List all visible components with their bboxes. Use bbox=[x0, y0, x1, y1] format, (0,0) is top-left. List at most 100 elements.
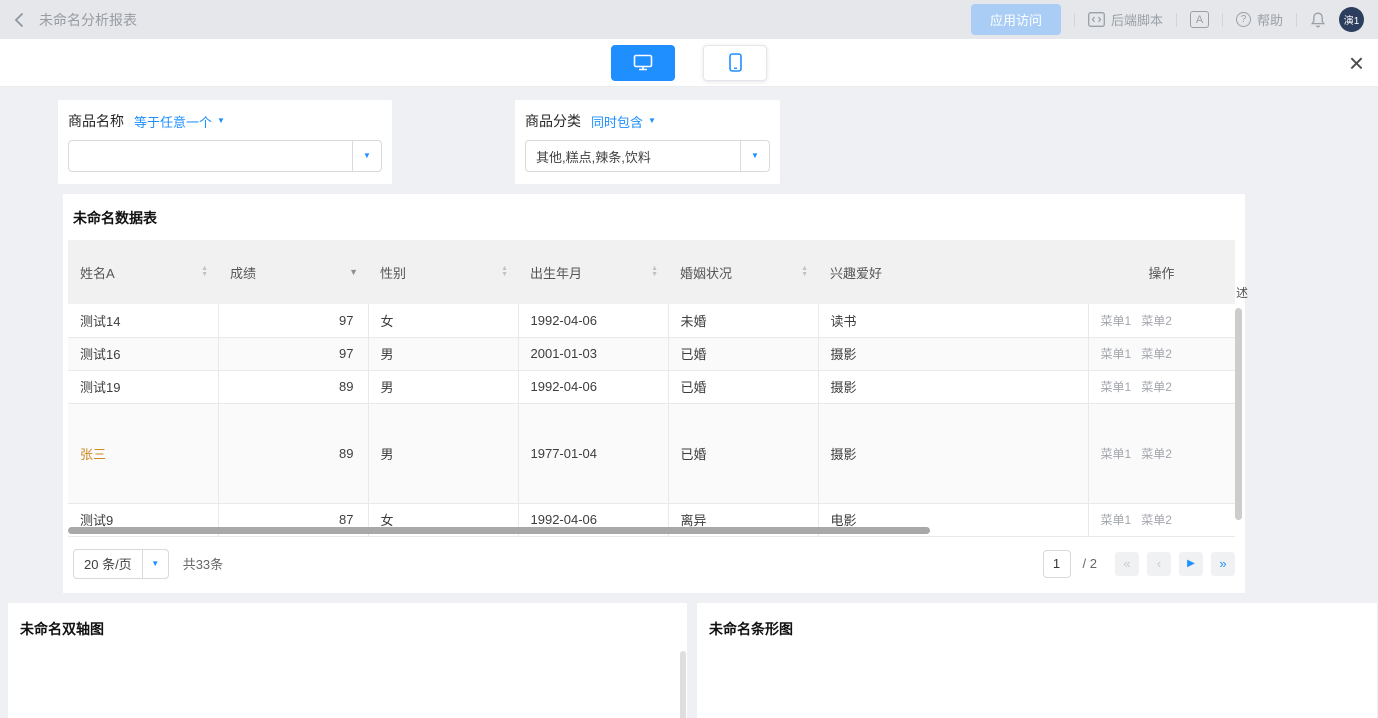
backend-script-button[interactable]: 后端脚本 bbox=[1088, 10, 1163, 29]
column-header-2[interactable]: 性别 ▲▼ bbox=[368, 240, 518, 304]
clipped-column-header: 述 bbox=[1236, 284, 1248, 301]
data-table: 姓名A▲▼成绩▼性别▲▼出生年月▲▼婚姻状况▲▼兴趣爱好操作 测试1497女19… bbox=[68, 240, 1235, 537]
row-action[interactable]: 菜单1 bbox=[1101, 447, 1132, 461]
header-actions: 应用访问 后端脚本 A ? 帮助 演1 bbox=[971, 4, 1364, 35]
row-action[interactable]: 菜单1 bbox=[1101, 380, 1132, 394]
cell-hobby: 摄影 bbox=[831, 447, 857, 462]
desktop-view-button[interactable] bbox=[611, 45, 675, 81]
language-icon[interactable]: A bbox=[1190, 11, 1209, 28]
help-button[interactable]: ? 帮助 bbox=[1236, 10, 1283, 29]
horizontal-scrollbar[interactable] bbox=[68, 527, 930, 534]
last-page-button[interactable]: » bbox=[1211, 552, 1235, 576]
back-icon bbox=[14, 12, 24, 28]
dual-axis-chart-card: 未命名双轴图 bbox=[8, 603, 687, 718]
back-button[interactable] bbox=[14, 12, 24, 28]
sort-icon[interactable]: ▲▼ bbox=[651, 266, 658, 278]
row-action[interactable]: 菜单1 bbox=[1101, 314, 1132, 328]
column-label: 操作 bbox=[1148, 263, 1174, 282]
row-action[interactable]: 菜单2 bbox=[1141, 380, 1172, 394]
column-label: 出生年月 bbox=[530, 263, 582, 282]
mobile-icon bbox=[729, 53, 742, 72]
column-header-3[interactable]: 出生年月 ▲▼ bbox=[518, 240, 668, 304]
page-navigation: 1 / 2 « ‹ ▶ » bbox=[1043, 550, 1235, 578]
select-arrow-button[interactable]: ▼ bbox=[352, 141, 381, 171]
cell-score: 97 bbox=[339, 313, 353, 328]
cell-score: 89 bbox=[339, 446, 353, 461]
page-size-select[interactable]: 20 条/页 ▼ bbox=[73, 549, 169, 579]
page-total: / 2 bbox=[1083, 556, 1097, 571]
cell-marital: 已婚 bbox=[681, 380, 707, 395]
script-icon bbox=[1088, 12, 1105, 27]
device-toggle bbox=[611, 45, 767, 81]
mobile-view-button[interactable] bbox=[703, 45, 767, 81]
language-badge-label: A bbox=[1196, 14, 1203, 26]
filter-card-product-name: 商品名称 等于任意一个 ▼ ▼ bbox=[58, 100, 392, 184]
page-size-label: 20 条/页 bbox=[74, 554, 142, 573]
pagination-bar: 20 条/页 ▼ 共33条 1 / 2 « ‹ ▶ » bbox=[68, 537, 1235, 593]
vertical-scrollbar[interactable] bbox=[1235, 308, 1242, 520]
help-label: 帮助 bbox=[1257, 10, 1283, 29]
column-header-0[interactable]: 姓名A ▲▼ bbox=[68, 240, 218, 304]
filter-value-select[interactable]: ▼ bbox=[68, 140, 382, 172]
row-action[interactable]: 菜单2 bbox=[1141, 513, 1172, 527]
caret-down-icon: ▼ bbox=[151, 560, 159, 568]
column-label: 性别 bbox=[380, 263, 406, 282]
filter-value: 其他,糕点,辣条,饮料 bbox=[526, 147, 740, 166]
next-page-button[interactable]: ▶ bbox=[1179, 552, 1203, 576]
filter-operator-dropdown[interactable]: 同时包含 ▼ bbox=[591, 112, 656, 131]
close-icon[interactable]: × bbox=[1349, 50, 1364, 76]
divider bbox=[1296, 13, 1297, 27]
filter-card-product-category: 商品分类 同时包含 ▼ 其他,糕点,辣条,饮料 ▼ bbox=[515, 100, 780, 184]
cell-name: 测试19 bbox=[80, 380, 120, 395]
row-action[interactable]: 菜单1 bbox=[1101, 513, 1132, 527]
filter-label: 商品分类 bbox=[525, 111, 581, 131]
chart-scrollbar[interactable] bbox=[680, 651, 686, 718]
sort-desc-icon[interactable]: ▼ bbox=[349, 267, 358, 277]
page-input[interactable]: 1 bbox=[1043, 550, 1071, 578]
charts-row: 未命名双轴图 未命名条形图 bbox=[0, 593, 1378, 718]
cell-name: 测试9 bbox=[80, 513, 113, 528]
app-access-button[interactable]: 应用访问 bbox=[971, 4, 1061, 35]
row-action[interactable]: 菜单2 bbox=[1141, 314, 1172, 328]
first-page-button[interactable]: « bbox=[1115, 552, 1139, 576]
cell-name[interactable]: 张三 bbox=[80, 447, 106, 462]
cell-hobby: 摄影 bbox=[831, 380, 857, 395]
cell-hobby: 读书 bbox=[831, 314, 857, 329]
divider bbox=[1222, 13, 1223, 27]
cell-score: 89 bbox=[339, 379, 353, 394]
cell-birth: 1992-04-06 bbox=[531, 512, 598, 527]
prev-page-icon: ‹ bbox=[1157, 557, 1161, 570]
table-row: 张三89男1977-01-04已婚摄影菜单1菜单2 bbox=[68, 403, 1235, 503]
sort-icon[interactable]: ▲▼ bbox=[201, 266, 208, 278]
caret-down-icon: ▼ bbox=[751, 152, 759, 160]
prev-page-button[interactable]: ‹ bbox=[1147, 552, 1171, 576]
row-action[interactable]: 菜单1 bbox=[1101, 347, 1132, 361]
column-header-4[interactable]: 婚姻状况 ▲▼ bbox=[668, 240, 818, 304]
column-label: 婚姻状况 bbox=[680, 263, 732, 282]
cell-gender: 男 bbox=[381, 447, 394, 462]
avatar[interactable]: 演1 bbox=[1339, 7, 1364, 32]
sort-icon[interactable]: ▲▼ bbox=[801, 266, 808, 278]
help-icon: ? bbox=[1236, 12, 1251, 27]
select-arrow-button[interactable]: ▼ bbox=[740, 141, 769, 171]
column-label: 成绩 bbox=[230, 263, 256, 282]
backend-script-label: 后端脚本 bbox=[1111, 10, 1163, 29]
bar-chart-card: 未命名条形图 bbox=[697, 603, 1377, 718]
data-table-card: 未命名数据表 姓名A▲▼成绩▼性别▲▼出生年月▲▼婚姻状况▲▼兴趣爱好操作 测试… bbox=[63, 194, 1245, 593]
filter-label: 商品名称 bbox=[68, 111, 124, 131]
row-action[interactable]: 菜单2 bbox=[1141, 447, 1172, 461]
chart-title: 未命名条形图 bbox=[697, 603, 1377, 655]
filter-value-select[interactable]: 其他,糕点,辣条,饮料 ▼ bbox=[525, 140, 770, 172]
filter-operator-label: 等于任意一个 bbox=[134, 112, 212, 131]
bell-icon[interactable] bbox=[1310, 11, 1326, 28]
divider bbox=[1176, 13, 1177, 27]
filter-operator-dropdown[interactable]: 等于任意一个 ▼ bbox=[134, 112, 225, 131]
top-header: 未命名分析报表 应用访问 后端脚本 A ? 帮助 演1 bbox=[0, 0, 1378, 39]
sort-icon[interactable]: ▲▼ bbox=[501, 266, 508, 278]
column-header-1[interactable]: 成绩 ▼ bbox=[218, 240, 368, 304]
table-title: 未命名数据表 bbox=[68, 194, 1235, 240]
row-action[interactable]: 菜单2 bbox=[1141, 347, 1172, 361]
column-label: 姓名A bbox=[80, 263, 115, 282]
select-arrow-button[interactable]: ▼ bbox=[142, 550, 168, 578]
divider bbox=[1074, 13, 1075, 27]
